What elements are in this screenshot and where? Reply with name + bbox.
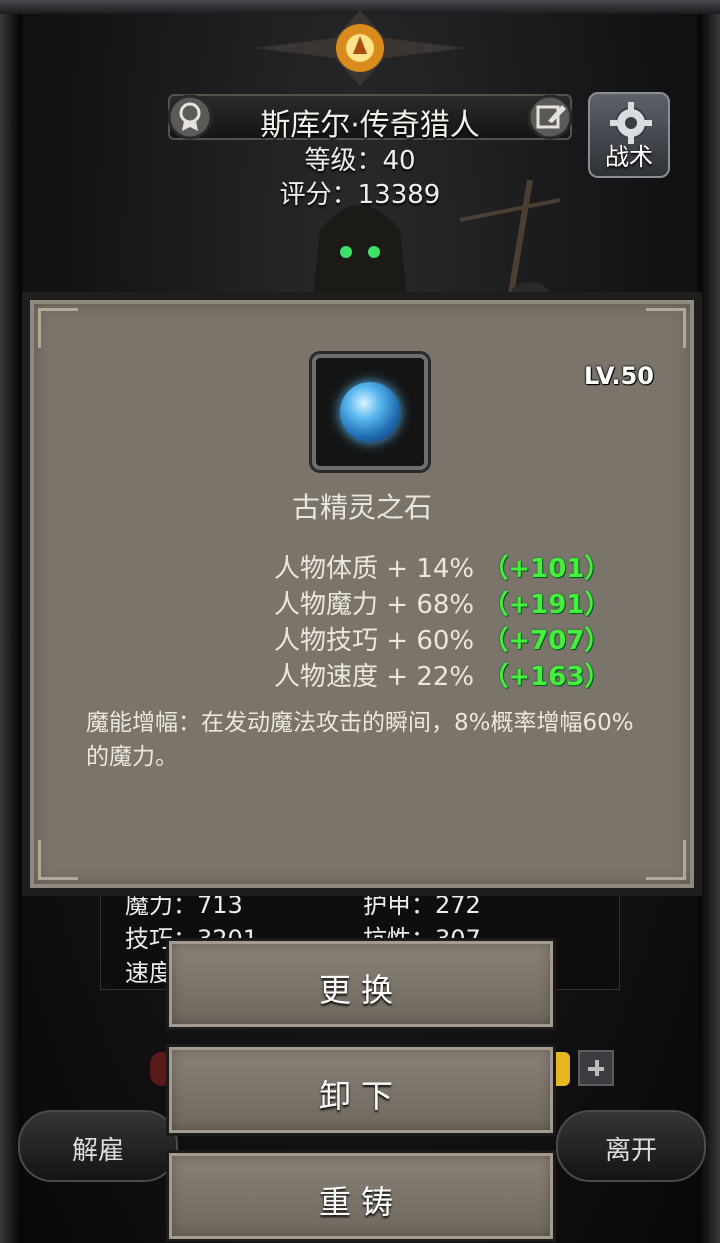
- unequip-button[interactable]: 卸下: [166, 1044, 556, 1136]
- emblem-icon: [255, 10, 465, 86]
- replace-button[interactable]: 更换: [166, 938, 556, 1030]
- attribute-text: 人物体质 + 14%: [274, 554, 475, 584]
- attribute-row: 人物体质 + 14% （+101）: [274, 548, 610, 584]
- item-level: LV.50: [584, 362, 654, 390]
- item-effect: 魔能增幅：在发动魔法攻击的瞬间，8%概率增幅60%的魔力。: [86, 710, 634, 770]
- reforge-button[interactable]: 重铸: [166, 1150, 556, 1242]
- attribute-row: 人物技巧 + 60% （+707）: [274, 620, 610, 656]
- unequip-label: 卸下: [318, 1077, 403, 1115]
- attribute-row: 人物速度 + 22% （+163）: [274, 656, 610, 692]
- attribute-bonus: （+191）: [482, 590, 611, 620]
- attribute-bonus: （+101）: [482, 554, 611, 584]
- plus-icon[interactable]: [578, 1050, 614, 1086]
- item-slot: [312, 354, 428, 470]
- attribute-row: 人物魔力 + 68% （+191）: [274, 584, 610, 620]
- corner-ornament: [646, 840, 686, 880]
- reforge-label: 重铸: [318, 1183, 403, 1221]
- attribute-text: 人物速度 + 22%: [274, 662, 475, 692]
- attribute-text: 人物技巧 + 60%: [274, 626, 475, 656]
- hero-name-plate: 斯库尔·传奇猎人: [168, 94, 572, 143]
- dismiss-label: 解雇: [71, 1136, 124, 1166]
- edit-icon[interactable]: [526, 93, 574, 141]
- item-detail-popup: LV.50 古精灵之石 人物体质 + 14% （+101） 人物魔力 + 68%…: [22, 292, 702, 896]
- corner-ornament: [646, 308, 686, 348]
- elf-stone-icon: [340, 382, 400, 442]
- corner-ornament: [38, 840, 78, 880]
- dismiss-button[interactable]: 解雇: [18, 1110, 178, 1182]
- replace-label: 更换: [318, 971, 403, 1009]
- attribute-bonus: （+163）: [482, 662, 611, 692]
- tactics-label: 战术: [605, 143, 653, 171]
- attribute-text: 人物魔力 + 68%: [274, 590, 475, 620]
- medal-icon[interactable]: [166, 93, 214, 141]
- leave-label: 离开: [604, 1136, 657, 1166]
- item-name: 古精灵之石: [291, 491, 432, 524]
- hero-name: 斯库尔·传奇猎人: [260, 108, 480, 143]
- attribute-list: 人物体质 + 14% （+101） 人物魔力 + 68% （+191） 人物技巧…: [274, 548, 610, 692]
- tactics-button[interactable]: 战术: [588, 92, 670, 178]
- corner-ornament: [38, 308, 78, 348]
- hero-score: 评分：13389: [279, 180, 441, 210]
- attribute-bonus: （+707）: [482, 626, 611, 656]
- leave-button[interactable]: 离开: [556, 1110, 706, 1182]
